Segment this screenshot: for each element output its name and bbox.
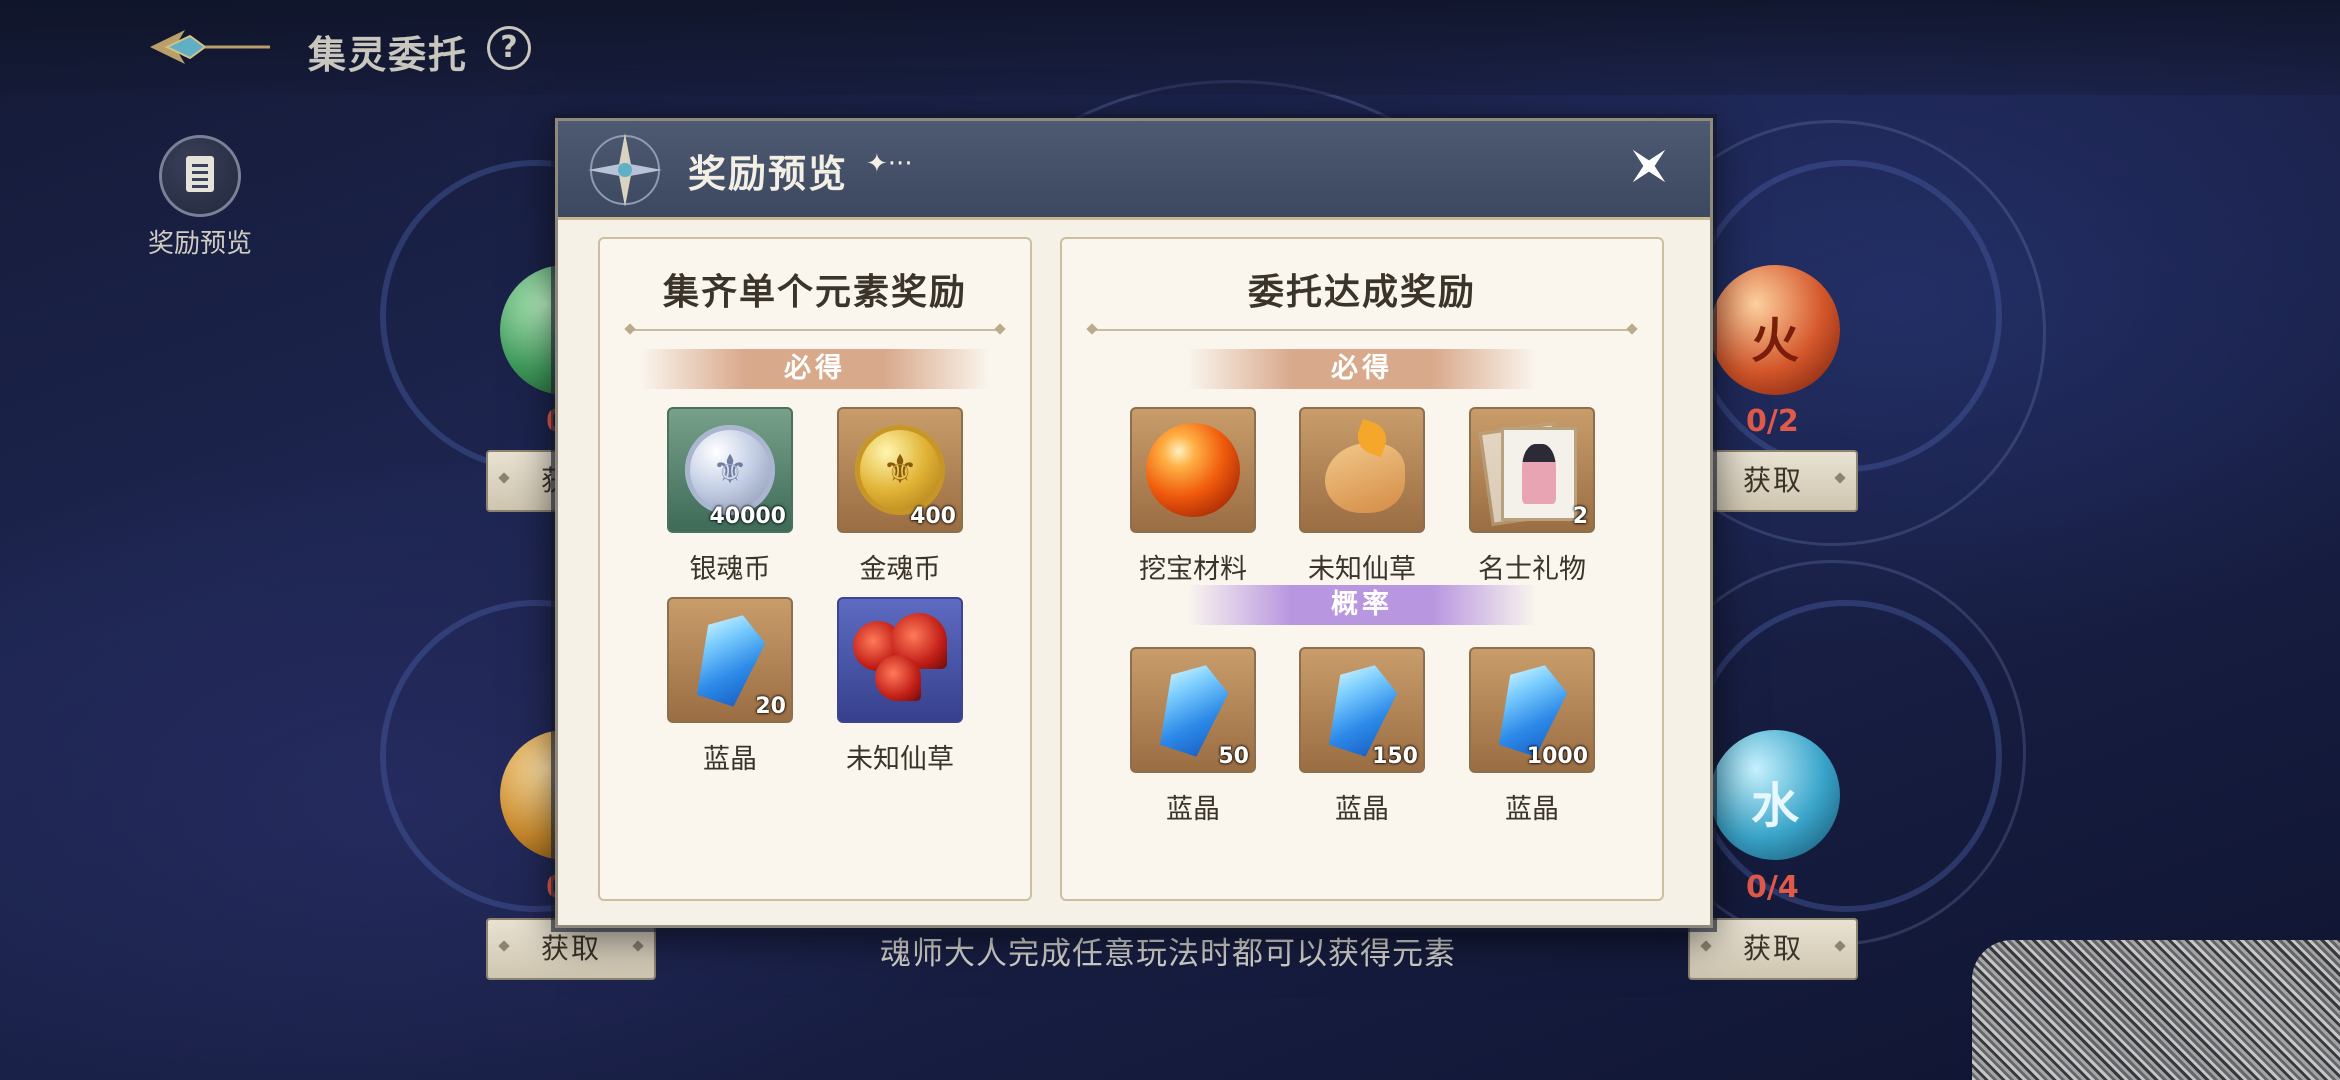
panel-title: 委托达成奖励 bbox=[1247, 272, 1476, 313]
back-emblem-icon[interactable] bbox=[145, 22, 275, 72]
element-glyph: 火 bbox=[1750, 313, 1799, 369]
blue-crystal-icon: 50 bbox=[1130, 647, 1256, 773]
reward-item[interactable]: 50 蓝晶 bbox=[1108, 647, 1278, 826]
title-ornament: ✦··· bbox=[866, 149, 913, 179]
item-name: 蓝晶 bbox=[1166, 794, 1220, 825]
must-get-ribbon: 必得 bbox=[640, 349, 990, 389]
reward-item[interactable]: 挖宝材料 bbox=[1108, 407, 1278, 586]
item-name: 名士礼物 bbox=[1478, 554, 1586, 585]
item-quantity: 400 bbox=[910, 504, 956, 529]
item-name: 未知仙草 bbox=[1308, 554, 1416, 585]
reward-item[interactable]: 未知仙草 bbox=[1277, 407, 1447, 586]
item-quantity: 50 bbox=[1218, 744, 1249, 769]
divider bbox=[1092, 329, 1632, 331]
item-quantity: 20 bbox=[755, 694, 786, 719]
reward-preview-button[interactable]: 奖励预览 bbox=[140, 135, 260, 260]
element-orb-fire[interactable]: 火 bbox=[1710, 265, 1840, 395]
panel-title: 集齐单个元素奖励 bbox=[662, 272, 967, 313]
top-bar: 集灵委托 ? bbox=[0, 0, 2340, 95]
item-quantity: 2 bbox=[1572, 504, 1588, 529]
portrait-card-icon: 2 bbox=[1469, 407, 1595, 533]
orange-orb-icon bbox=[1130, 407, 1256, 533]
element-count: 0/4 bbox=[1746, 870, 1799, 905]
reward-item[interactable]: 150 蓝晶 bbox=[1277, 647, 1447, 826]
silver-soul-coin-icon: ⚜ 40000 bbox=[667, 407, 793, 533]
compass-emblem-icon bbox=[588, 133, 662, 207]
reward-item[interactable]: ⚜ 40000 银魂币 bbox=[645, 407, 815, 586]
get-button[interactable]: 获取 bbox=[1688, 450, 1858, 512]
blue-crystal-icon: 20 bbox=[667, 597, 793, 723]
item-name: 银魂币 bbox=[689, 554, 771, 585]
item-name: 金魂币 bbox=[859, 554, 941, 585]
close-icon[interactable] bbox=[1624, 141, 1674, 191]
item-quantity: 40000 bbox=[709, 504, 786, 529]
element-count: 0/2 bbox=[1746, 404, 1799, 439]
reward-item[interactable]: 1000 蓝晶 bbox=[1447, 647, 1617, 826]
item-name: 未知仙草 bbox=[846, 744, 954, 775]
reward-item[interactable]: ⚜ 400 金魂币 bbox=[815, 407, 985, 586]
item-name: 蓝晶 bbox=[1505, 794, 1559, 825]
hint-text: 魂师大人完成任意玩法时都可以获得元素 bbox=[880, 936, 1456, 972]
item-name: 挖宝材料 bbox=[1139, 554, 1247, 585]
modal-header: 奖励预览 ✦··· bbox=[558, 121, 1710, 220]
gold-soul-coin-icon: ⚜ 400 bbox=[837, 407, 963, 533]
blue-crystal-icon: 150 bbox=[1299, 647, 1425, 773]
watermark-noise bbox=[1972, 940, 2340, 1080]
item-name: 蓝晶 bbox=[1335, 794, 1389, 825]
blue-crystal-icon: 1000 bbox=[1469, 647, 1595, 773]
fox-herb-icon bbox=[1299, 407, 1425, 533]
modal-title: 奖励预览 bbox=[688, 152, 849, 196]
reward-preview-label: 奖励预览 bbox=[147, 229, 252, 259]
element-orb-water[interactable]: 水 bbox=[1710, 730, 1840, 860]
item-quantity: 1000 bbox=[1526, 744, 1588, 769]
reward-preview-modal: 奖励预览 ✦··· 集齐单个元素奖励 必得 ⚜ 40000 银魂币 ⚜ 400 … bbox=[555, 118, 1713, 928]
must-get-ribbon: 必得 bbox=[1187, 349, 1537, 389]
reward-item[interactable]: 未知仙草 bbox=[815, 597, 985, 776]
reward-item[interactable]: 2 名士礼物 bbox=[1447, 407, 1617, 586]
get-button[interactable]: 获取 bbox=[1688, 918, 1858, 980]
single-element-reward-panel: 集齐单个元素奖励 必得 ⚜ 40000 银魂币 ⚜ 400 金魂币 20 蓝晶 bbox=[598, 237, 1032, 901]
document-icon bbox=[159, 135, 241, 217]
reward-item[interactable]: 20 蓝晶 bbox=[645, 597, 815, 776]
help-icon[interactable]: ? bbox=[487, 26, 531, 70]
divider bbox=[630, 329, 1000, 331]
red-flower-herb-icon bbox=[837, 597, 963, 723]
item-quantity: 150 bbox=[1372, 744, 1418, 769]
probability-ribbon: 概率 bbox=[1187, 585, 1537, 625]
element-glyph: 水 bbox=[1750, 778, 1799, 834]
page-title: 集灵委托 bbox=[308, 33, 469, 77]
commission-complete-reward-panel: 委托达成奖励 必得 挖宝材料 未知仙草 2 名士礼物 概率 50 蓝晶 150 … bbox=[1060, 237, 1664, 901]
item-name: 蓝晶 bbox=[703, 744, 757, 775]
